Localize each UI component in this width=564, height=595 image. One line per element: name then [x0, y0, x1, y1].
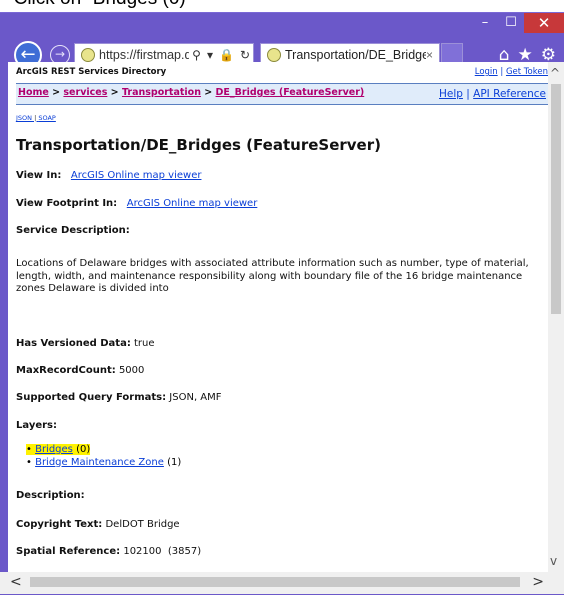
max-record-count-value: 5000 [118, 365, 145, 376]
breadcrumb-sep: > [200, 87, 216, 98]
layers-list: • Bridges (0) • Bridge Maintenance Zone … [26, 444, 181, 469]
scroll-right-icon[interactable]: > [532, 574, 544, 590]
vertical-scrollbar[interactable]: ^ v [548, 62, 564, 572]
vertical-scroll-thumb[interactable] [551, 84, 561, 314]
list-item: • Bridges (0) [26, 444, 181, 457]
service-description-text: Locations of Delaware bridges with assoc… [16, 258, 529, 294]
dropdown-icon[interactable]: ▾ [207, 48, 213, 62]
list-item: • Bridge Maintenance Zone (1) [26, 456, 182, 468]
help-links: Help | API Reference [439, 88, 546, 100]
copyright-value: DelDOT Bridge [105, 519, 180, 530]
description-heading: Description: [16, 490, 85, 501]
scroll-left-icon[interactable]: < [10, 574, 22, 590]
page-content: ArcGIS REST Services Directory Login | G… [8, 62, 548, 572]
get-token-link[interactable]: Get Token [506, 67, 548, 77]
query-formats-row: Supported Query Formats: JSON, AMF [16, 392, 222, 403]
bridges-layer-link[interactable]: Bridges [35, 444, 73, 455]
breadcrumb-de-bridges[interactable]: DE_Bridges (FeatureServer) [216, 87, 365, 98]
layers-heading: Layers: [16, 420, 57, 431]
service-description-heading: Service Description: [16, 225, 130, 236]
query-formats-value: JSON, AMF [169, 392, 222, 403]
view-footprint-label: View Footprint In: [16, 198, 118, 209]
view-in-map-viewer-link[interactable]: ArcGIS Online map viewer [71, 170, 202, 181]
horizontal-scroll-thumb[interactable] [30, 577, 520, 587]
view-footprint-map-viewer-link[interactable]: ArcGIS Online map viewer [127, 198, 258, 209]
view-in-row: View In: ArcGIS Online map viewer [16, 170, 201, 181]
bridges-layer-id: (0) [76, 444, 91, 455]
spatial-reference-label: Spatial Reference: [16, 546, 121, 557]
forward-arrow-icon: → [54, 47, 66, 61]
help-separator: | [462, 88, 474, 100]
address-url[interactable]: https://firstmap.d... [99, 48, 189, 62]
help-link[interactable]: Help [439, 88, 463, 100]
maximize-button[interactable]: ☐ [498, 13, 524, 33]
scroll-up-icon[interactable]: ^ [550, 66, 560, 80]
api-reference-link[interactable]: API Reference [473, 88, 546, 100]
breadcrumb-home[interactable]: Home [18, 87, 49, 98]
layers-label: Layers: [16, 420, 57, 431]
auth-links: Login | Get Token [475, 67, 548, 77]
copyright-label: Copyright Text: [16, 519, 103, 530]
bridge-maintenance-zone-id: (1) [167, 456, 182, 468]
format-links: JSON | SOAP [16, 114, 56, 122]
breadcrumb-services[interactable]: services [63, 87, 107, 98]
lock-icon[interactable]: 🔒 [219, 48, 234, 62]
tab-title[interactable]: Transportation/DE_Bridges ... [285, 48, 426, 62]
soap-link[interactable]: SOAP [38, 114, 56, 122]
breadcrumb-transportation[interactable]: Transportation [122, 87, 201, 98]
view-in-label: View In: [16, 170, 62, 181]
refresh-icon[interactable]: ↻ [240, 48, 250, 62]
breadcrumb: Home > services > Transportation > DE_Br… [16, 83, 548, 105]
breadcrumb-sep: > [48, 87, 64, 98]
spatial-reference-row: Spatial Reference: 102100 (3857) [16, 546, 201, 557]
spatial-reference-value: 102100 (3857) [123, 546, 202, 557]
breadcrumb-sep: > [107, 87, 122, 98]
bridge-maintenance-zone-link[interactable]: Bridge Maintenance Zone [35, 457, 164, 468]
horizontal-scrollbar[interactable]: < > [0, 572, 564, 594]
query-formats-label: Supported Query Formats: [16, 392, 167, 403]
max-record-count-row: MaxRecordCount: 5000 [16, 365, 144, 376]
max-record-count-label: MaxRecordCount: [16, 365, 116, 376]
service-description-label: Service Description: [16, 225, 130, 236]
minimize-button[interactable]: – [472, 13, 498, 33]
directory-header: ArcGIS REST Services Directory Login | G… [16, 67, 548, 81]
versioned-data-value: true [134, 338, 155, 349]
page-title: Transportation/DE_Bridges (FeatureServer… [16, 136, 381, 154]
auth-separator: | [497, 67, 506, 77]
highlighted-layer: • Bridges (0) [26, 444, 91, 455]
search-icon[interactable]: ⚲ [192, 48, 201, 62]
scroll-down-icon[interactable]: v [550, 554, 557, 568]
tab-close-icon[interactable]: × [426, 48, 433, 62]
copyright-row: Copyright Text: DelDOT Bridge [16, 519, 180, 530]
window-controls: – ☐ ✕ [472, 13, 564, 33]
versioned-data-row: Has Versioned Data: true [16, 338, 155, 349]
view-footprint-row: View Footprint In: ArcGIS Online map vie… [16, 198, 257, 209]
login-link[interactable]: Login [475, 67, 498, 77]
breadcrumb-trail: Home > services > Transportation > DE_Br… [18, 87, 364, 98]
description-label: Description: [16, 490, 85, 501]
close-button[interactable]: ✕ [524, 13, 564, 33]
versioned-data-label: Has Versioned Data: [16, 338, 131, 349]
directory-title: ArcGIS REST Services Directory [16, 67, 167, 77]
instruction-caption: - Click on “Bridges (0)” [2, 0, 192, 10]
site-favicon-icon [81, 48, 95, 62]
tab-favicon-icon [267, 48, 281, 62]
json-link[interactable]: JSON [16, 114, 32, 122]
